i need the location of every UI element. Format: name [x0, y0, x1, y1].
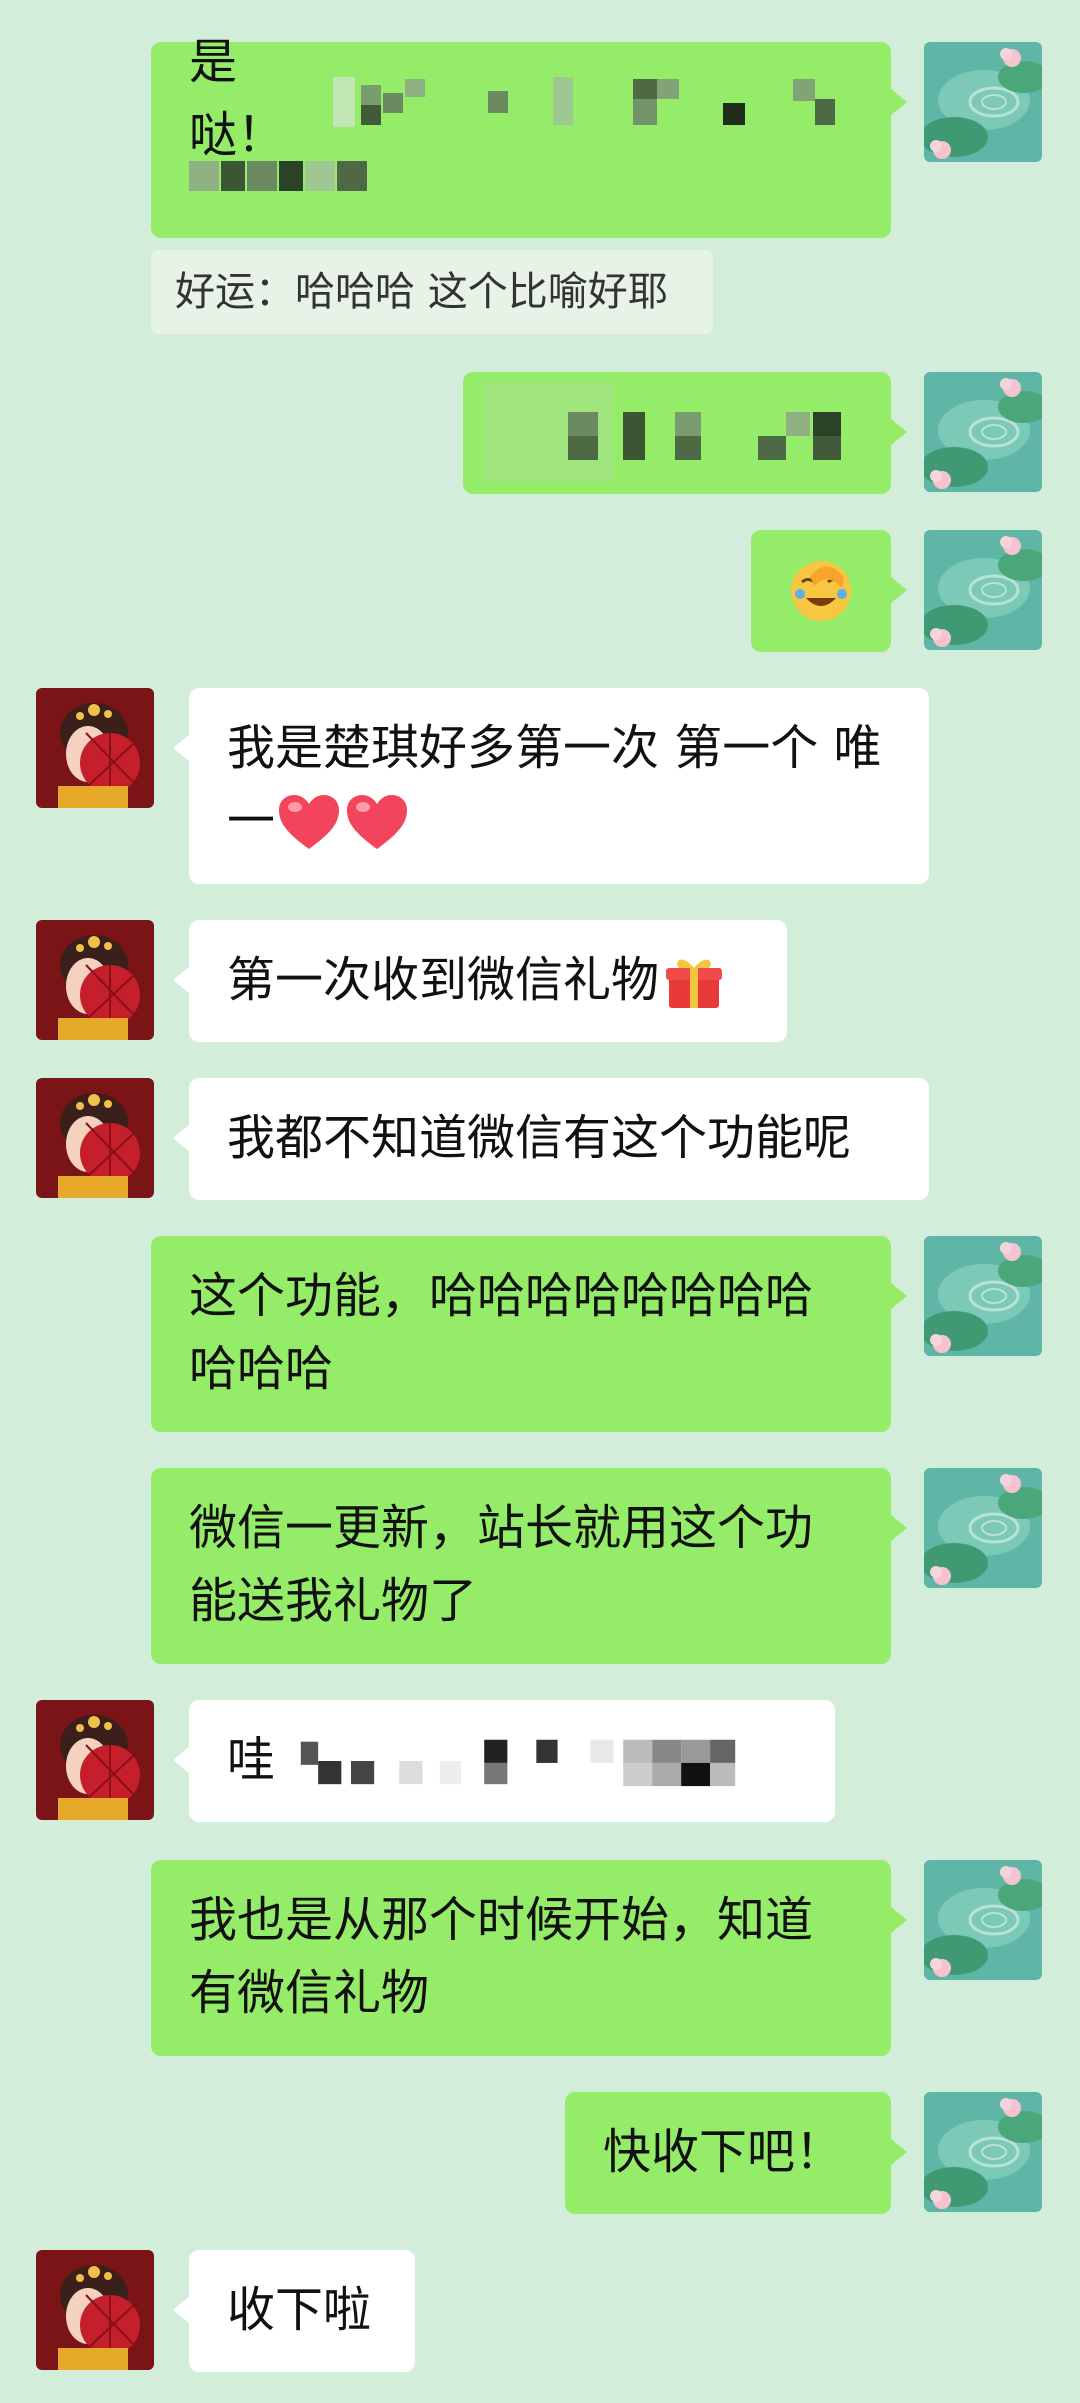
message-text-line: 微信一更新，站长就用这个功: [189, 1500, 814, 1556]
message-bubble-outgoing[interactable]: [751, 530, 907, 652]
message-text: 收下啦: [227, 2282, 372, 2338]
message-text-line: 我也是从那个时候开始，知道: [189, 1892, 814, 1948]
message-bubble-incoming[interactable]: 第一次收到微信礼物: [173, 920, 787, 1042]
avatar-contact[interactable]: [36, 1078, 154, 1198]
message-bubble-outgoing[interactable]: 我也是从那个时候开始，知道 有微信礼物: [151, 1860, 907, 2056]
message-bubble-incoming[interactable]: 哇: [173, 1700, 835, 1822]
message-text-line: 有微信礼物: [189, 1965, 430, 2021]
message-text-line: 这个功能，哈哈哈哈哈哈哈哈: [189, 1268, 814, 1324]
message-bubble-outgoing[interactable]: 快收下吧！: [565, 2092, 907, 2214]
message-bubble-incoming[interactable]: 收下啦: [173, 2250, 415, 2372]
message-text-line: 能送我礼物了: [189, 1573, 478, 1629]
message-bubble-outgoing[interactable]: [463, 372, 907, 494]
message-text: 第一次收到微信礼物: [227, 952, 660, 1008]
avatar-self[interactable]: [924, 1236, 1042, 1356]
gift-emoji: [666, 959, 723, 1008]
message-text: 快收下吧！: [603, 2124, 844, 2180]
message-text: 我都不知道微信有这个功能呢: [227, 1110, 852, 1166]
avatar-self[interactable]: [924, 2092, 1042, 2212]
avatar-contact[interactable]: [36, 920, 154, 1040]
message-bubble-outgoing[interactable]: 微信一更新，站长就用这个功 能送我礼物了: [151, 1468, 907, 1664]
avatar-self[interactable]: [924, 530, 1042, 650]
message-bubble-outgoing[interactable]: 这个功能，哈哈哈哈哈哈哈哈 哈哈哈: [151, 1236, 907, 1432]
message-text: 哇: [227, 1732, 276, 1788]
avatar-self[interactable]: [924, 1468, 1042, 1588]
facepalm-laugh-emoji: [791, 561, 851, 621]
message-text-line: 哈哈哈: [189, 1341, 334, 1397]
message-bubble-incoming[interactable]: 我都不知道微信有这个功能呢: [173, 1078, 929, 1200]
avatar-self[interactable]: [924, 1860, 1042, 1980]
avatar-contact[interactable]: [36, 688, 154, 808]
avatar-self[interactable]: [924, 42, 1042, 162]
blurred-text: [483, 382, 841, 482]
avatar-contact[interactable]: [36, 1700, 154, 1820]
message-bubble-outgoing[interactable]: 是哒！: [151, 34, 907, 238]
blurred-text: [333, 71, 853, 127]
avatar-contact[interactable]: [36, 2250, 154, 2370]
blurred-text: [300, 1739, 736, 1786]
message-text-line: 一: [227, 793, 276, 849]
heart-emoji: [277, 793, 341, 851]
blurred-text: [189, 161, 367, 191]
quoted-message[interactable]: 好运：哈哈哈 这个比喻好耶: [151, 250, 713, 334]
heart-emoji: [345, 793, 409, 851]
message-bubble-incoming[interactable]: 我是楚琪好多第一次 第一个 唯 一: [173, 688, 929, 884]
avatar-self[interactable]: [924, 372, 1042, 492]
message-text-line: 我是楚琪好多第一次 第一个 唯: [227, 720, 882, 776]
quoted-text: 好运：哈哈哈 这个比喻好耶: [175, 269, 668, 315]
